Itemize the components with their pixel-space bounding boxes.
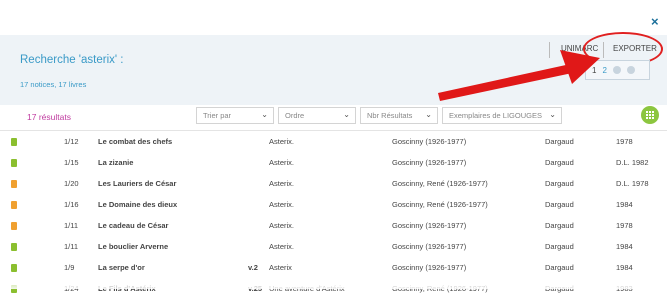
series-link[interactable]: Asterix.: [269, 137, 294, 146]
table-row[interactable]: 1/9 La serpe d'or v.2 Asterix Goscinny (1926…: [0, 257, 667, 278]
publication-year: 1984: [616, 200, 633, 209]
author-name: Goscinny (1926-1977): [392, 221, 467, 230]
book-icon: [11, 222, 17, 230]
series-link[interactable]: Asterix.: [269, 200, 294, 209]
chevron-down-icon: ⌄: [343, 110, 350, 119]
next-page-icon[interactable]: [612, 66, 621, 74]
publisher-name: Dargaud: [545, 200, 574, 209]
item-count: 1/16: [64, 200, 79, 209]
book-title[interactable]: La zizanie: [98, 158, 133, 167]
series-link[interactable]: Asterix.: [269, 158, 294, 167]
chevron-down-icon: ⌄: [261, 110, 268, 119]
publisher-name: Dargaud: [545, 179, 574, 188]
close-icon[interactable]: ×: [651, 14, 659, 29]
item-count: 1/12: [64, 137, 79, 146]
series-link[interactable]: Asterix: [269, 263, 292, 272]
publication-year: 1984: [616, 242, 633, 251]
page-title: Recherche 'asterix' :: [20, 54, 124, 66]
publication-year: 1984: [616, 263, 633, 272]
publisher-name: Dargaud: [545, 221, 574, 230]
results-per-page-select[interactable]: Nbr Résultats ⌄: [360, 107, 438, 124]
book-title[interactable]: La serpe d'or: [98, 263, 145, 272]
publication-year: 1978: [616, 137, 633, 146]
author-name: Goscinny, René (1926-1977): [392, 200, 488, 209]
order-select[interactable]: Ordre ⌄: [278, 107, 356, 124]
table-row[interactable]: 1/15 La zizanie Asterix. Goscinny (1926-197…: [0, 152, 667, 173]
book-icon: [11, 159, 17, 167]
item-count: 1/9: [64, 263, 75, 272]
series-link[interactable]: Asterix.: [269, 179, 294, 188]
result-counts: 17 notices, 17 livres: [20, 80, 86, 89]
results-count: 17 résultats: [27, 112, 71, 122]
sort-by-label: Trier par: [203, 111, 232, 120]
book-title[interactable]: Le bouclier Arverne: [98, 242, 168, 251]
book-icon: [11, 201, 17, 209]
author-name: Goscinny, René (1926-1977): [392, 179, 488, 188]
table-row[interactable]: 1/12 Le combat des chefs Asterix. Goscinny …: [0, 131, 667, 152]
publisher-name: Dargaud: [545, 242, 574, 251]
last-page-icon[interactable]: [626, 66, 635, 74]
author-name: Goscinny (1926-1977): [392, 263, 467, 272]
dialog-top-bar: [0, 0, 667, 35]
book-icon: [11, 264, 17, 272]
publisher-name: Dargaud: [545, 263, 574, 272]
table-row[interactable]: 1/11 Le bouclier Arverne Asterix. Goscinny …: [0, 236, 667, 257]
author-name: Goscinny (1926-1977): [392, 137, 467, 146]
chevron-down-icon: ⌄: [549, 110, 556, 119]
series-link[interactable]: Asterix.: [269, 242, 294, 251]
publication-year: D.L. 1978: [616, 179, 649, 188]
book-title[interactable]: Le cadeau de César: [98, 221, 168, 230]
table-row[interactable]: 1/16 Le Domaine des dieux Asterix. Goscinny…: [0, 194, 667, 215]
publisher-name: Dargaud: [545, 158, 574, 167]
divider: [549, 42, 550, 58]
page-next[interactable]: 2: [602, 66, 606, 75]
book-icon: [11, 243, 17, 251]
book-icon: [11, 180, 17, 188]
book-title[interactable]: Les Lauriers de César: [98, 179, 176, 188]
counts-separator: ,: [54, 80, 57, 89]
sort-by-select[interactable]: Trier par ⌄: [196, 107, 274, 124]
volume-number: v.2: [248, 263, 258, 272]
table-row[interactable]: 1/11 Le cadeau de César Asterix. Goscinny (…: [0, 215, 667, 236]
table-row[interactable]: 1/20 Les Lauriers de César Asterix. Goscinn…: [0, 173, 667, 194]
item-count: 1/15: [64, 158, 79, 167]
pagination: 1 2: [585, 60, 650, 80]
book-title[interactable]: Le Domaine des dieux: [98, 200, 177, 209]
book-icon: [11, 138, 17, 146]
grid-view-icon[interactable]: [641, 106, 659, 124]
results-per-page-label: Nbr Résultats: [367, 111, 413, 120]
chevron-down-icon: ⌄: [425, 110, 432, 119]
bottom-fade: [0, 276, 667, 289]
copies-select[interactable]: Exemplaires de LIGOUGES ⌄: [442, 107, 562, 124]
item-count: 1/11: [64, 221, 79, 230]
item-count: 1/11: [64, 242, 79, 251]
copies-label: Exemplaires de LIGOUGES: [449, 111, 542, 120]
series-link[interactable]: Asterix.: [269, 221, 294, 230]
notices-link[interactable]: 17 notices: [20, 80, 54, 89]
page-current[interactable]: 1: [592, 66, 596, 75]
book-title[interactable]: Le combat des chefs: [98, 137, 172, 146]
publication-year: D.L. 1982: [616, 158, 649, 167]
author-name: Goscinny (1926-1977): [392, 158, 467, 167]
item-count: 1/20: [64, 179, 79, 188]
order-label: Ordre: [285, 111, 305, 120]
publication-year: 1978: [616, 221, 633, 230]
author-name: Goscinny (1926-1977): [392, 242, 467, 251]
livres-link[interactable]: 17 livres: [58, 80, 86, 89]
publisher-name: Dargaud: [545, 137, 574, 146]
